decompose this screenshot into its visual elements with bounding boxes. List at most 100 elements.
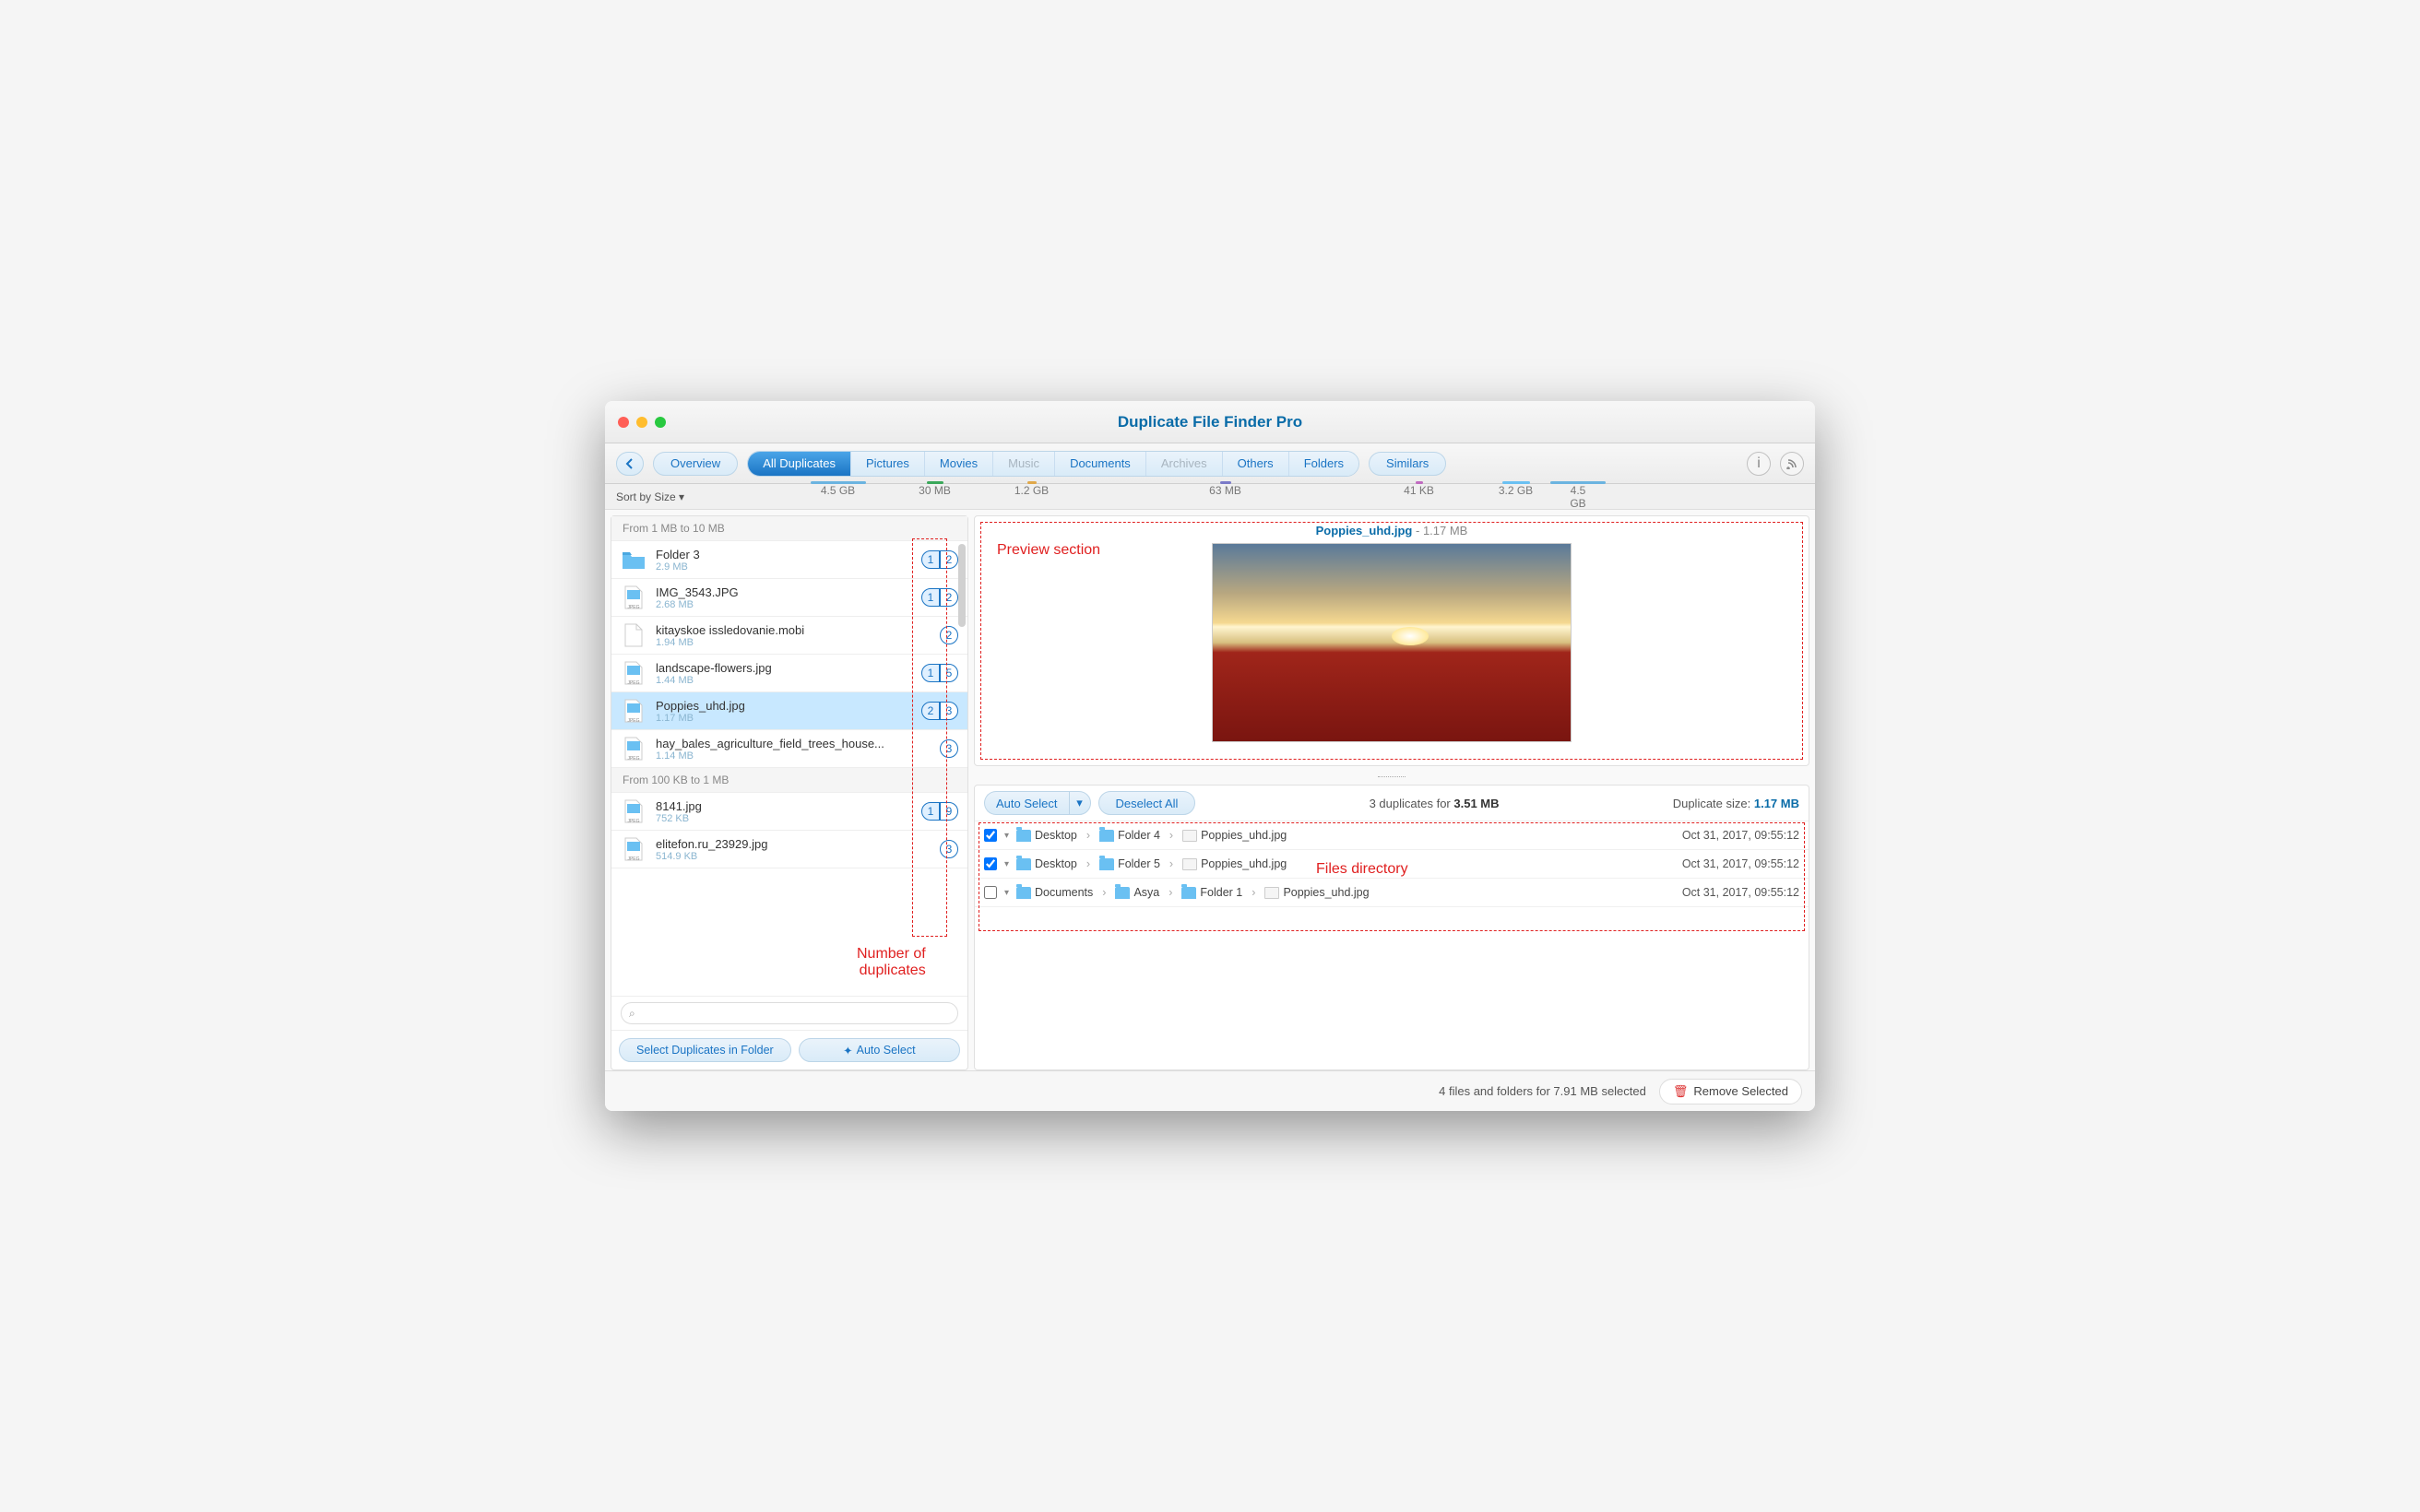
badge: 1 [921, 550, 940, 569]
file-info: IMG_3543.JPG2.68 MB [656, 585, 912, 610]
panel-resizer[interactable] [974, 772, 1809, 779]
minimize-window-button[interactable] [636, 417, 647, 428]
breadcrumb-item[interactable]: Folder 4 [1099, 829, 1160, 842]
file-info: hay_bales_agriculture_field_trees_house.… [656, 737, 931, 762]
tab-others[interactable]: Others [1223, 452, 1289, 476]
path-row[interactable]: ▾Documents›Asya›Folder 1›Poppies_uhd.jpg… [975, 879, 1809, 907]
badge: 9 [940, 802, 958, 821]
svg-text:JPEG: JPEG [627, 680, 639, 686]
file-name: Folder 3 [656, 548, 912, 561]
badge: 3 [940, 702, 958, 720]
category-tabs: All Duplicates Pictures Movies Music Doc… [747, 451, 1359, 477]
doc-icon [621, 622, 647, 648]
jpeg-icon: JPEG [621, 736, 647, 762]
duplicate-count-badge: 12 [921, 588, 958, 607]
detail-auto-select-button[interactable]: Auto Select [984, 791, 1069, 815]
remove-selected-button[interactable]: 🗑 Remove Selected [1659, 1079, 1802, 1104]
svg-text:JPEG: JPEG [627, 605, 639, 610]
section-header: From 1 MB to 10 MB [611, 516, 967, 541]
breadcrumb-item[interactable]: Folder 1 [1181, 886, 1242, 899]
jpeg-icon: JPEG [621, 798, 647, 824]
breadcrumb-item[interactable]: Poppies_uhd.jpg [1182, 857, 1287, 870]
file-row[interactable]: JPEGlandscape-flowers.jpg1.44 MB15 [611, 655, 967, 692]
breadcrumb-item[interactable]: Desktop [1016, 829, 1077, 842]
file-row[interactable]: JPEG hay_bales_agriculture_field_trees_ho… [611, 730, 967, 768]
detail-toolbar: Auto Select ▾ Deselect All 3 duplicates … [975, 786, 1809, 821]
file-icon [1182, 830, 1197, 842]
trash-icon: 🗑 [1673, 1084, 1689, 1099]
file-row[interactable]: JPEGelitefon.ru_23929.jpg514.9 KB3 [611, 831, 967, 868]
duplicate-count-badge: 3 [940, 739, 958, 758]
scrollbar[interactable] [958, 544, 966, 627]
file-info: landscape-flowers.jpg1.44 MB [656, 661, 912, 686]
badge: 2 [940, 626, 958, 644]
file-row[interactable]: JPEG8141.jpg752 KB19 [611, 793, 967, 831]
size-indicator: 4.5 GB [1564, 484, 1592, 510]
tab-documents[interactable]: Documents [1055, 452, 1146, 476]
file-size: 2.9 MB [656, 561, 912, 573]
file-size: 1.14 MB [656, 750, 931, 762]
breadcrumb-separator: › [1169, 829, 1173, 842]
jpeg-icon: JPEG [621, 836, 647, 862]
file-size: 752 KB [656, 813, 912, 824]
select-duplicates-button[interactable]: Select Duplicates in Folder [619, 1038, 791, 1062]
breadcrumb-label: Asya [1133, 886, 1159, 899]
breadcrumb-item[interactable]: Poppies_uhd.jpg [1264, 886, 1369, 899]
tab-overview[interactable]: Overview [653, 452, 738, 476]
breadcrumb-label: Desktop [1035, 857, 1077, 870]
file-row[interactable]: JPEG IMG_3543.JPG2.68 MB 12 [611, 579, 967, 617]
file-list[interactable]: From 1 MB to 10 MBFolder 32.9 MB12JPEGIM… [611, 516, 967, 996]
rss-button[interactable] [1780, 452, 1804, 476]
file-info: Folder 32.9 MB [656, 548, 912, 573]
tab-all-duplicates[interactable]: All Duplicates [748, 452, 851, 476]
path-checkbox[interactable] [984, 886, 997, 899]
info-button[interactable]: i [1747, 452, 1771, 476]
size-indicator: 4.5 GB [789, 484, 886, 510]
tab-archives[interactable]: Archives [1146, 452, 1223, 476]
chevron-down-icon[interactable]: ▾ [1004, 888, 1009, 898]
search-input[interactable] [621, 1002, 958, 1024]
breadcrumb-label: Folder 1 [1200, 886, 1242, 899]
auto-select-button[interactable]: ✦Auto Select [799, 1038, 960, 1062]
path-checkbox[interactable] [984, 829, 997, 842]
breadcrumb-item[interactable]: Desktop [1016, 857, 1077, 870]
tab-movies[interactable]: Movies [925, 452, 993, 476]
tab-music[interactable]: Music [993, 452, 1055, 476]
path-row[interactable]: ▾Desktop›Folder 5›Poppies_uhd.jpgOct 31,… [975, 850, 1809, 879]
tab-similars[interactable]: Similars [1369, 452, 1446, 476]
tab-folders[interactable]: Folders [1289, 452, 1358, 476]
duplicate-count-badge: 3 [940, 840, 958, 858]
auto-select-dropdown[interactable]: ▾ [1069, 791, 1091, 815]
back-button[interactable] [616, 452, 644, 476]
search-icon: ⌕ [629, 1007, 635, 1021]
breadcrumb-label: Poppies_uhd.jpg [1283, 886, 1369, 899]
chevron-down-icon[interactable]: ▾ [1004, 859, 1009, 869]
file-row[interactable]: JPEGPoppies_uhd.jpg1.17 MB23 [611, 692, 967, 730]
path-row[interactable]: ▾Desktop›Folder 4›Poppies_uhd.jpgOct 31,… [975, 821, 1809, 850]
titlebar: Duplicate File Finder Pro [605, 401, 1815, 443]
search-bar: ⌕ [611, 996, 967, 1030]
deselect-all-button[interactable]: Deselect All [1098, 791, 1196, 815]
folder-icon [1099, 830, 1114, 842]
file-row[interactable]: Folder 32.9 MB12 [611, 541, 967, 579]
app-window: Duplicate File Finder Pro Overview All D… [605, 401, 1815, 1111]
file-name: landscape-flowers.jpg [656, 661, 912, 675]
tab-pictures[interactable]: Pictures [851, 452, 925, 476]
breadcrumb-item[interactable]: Documents [1016, 886, 1093, 899]
file-row[interactable]: kitayskoe issledovanie.mobi1.94 MB2 [611, 617, 967, 655]
svg-text:JPEG: JPEG [627, 756, 639, 762]
breadcrumb-item[interactable]: Asya [1115, 886, 1159, 899]
badge: 2 [940, 588, 958, 607]
folder-icon [1181, 887, 1196, 899]
folder-icon [1016, 858, 1031, 870]
close-window-button[interactable] [618, 417, 629, 428]
content: From 1 MB to 10 MBFolder 32.9 MB12JPEGIM… [605, 510, 1815, 1070]
chevron-down-icon[interactable]: ▾ [1004, 831, 1009, 841]
breadcrumb-item[interactable]: Poppies_uhd.jpg [1182, 829, 1287, 842]
path-checkbox[interactable] [984, 857, 997, 870]
badge: 1 [921, 588, 940, 607]
maximize-window-button[interactable] [655, 417, 666, 428]
breadcrumb-item[interactable]: Folder 5 [1099, 857, 1160, 870]
sort-dropdown[interactable]: Sort by Size ▾ [616, 490, 789, 503]
file-size: 1.44 MB [656, 675, 912, 686]
